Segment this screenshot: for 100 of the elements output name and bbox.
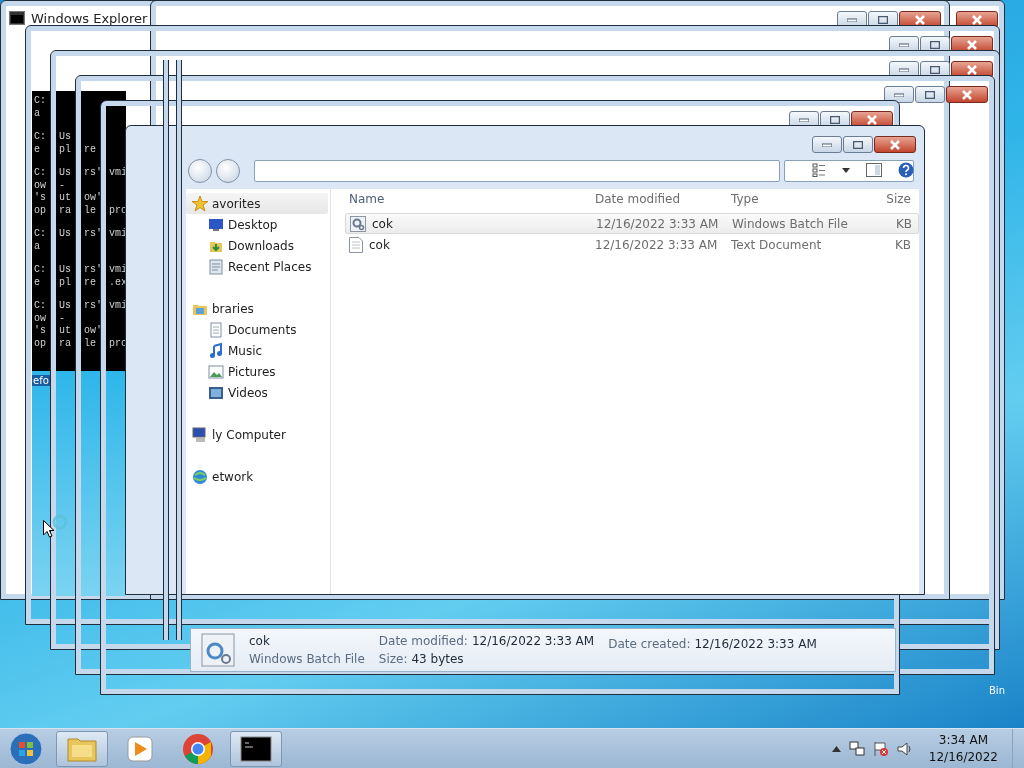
minimize-icon xyxy=(894,92,904,97)
size-cell-text: KB xyxy=(893,236,911,254)
network-icon[interactable] xyxy=(848,740,865,757)
console-text: op xyxy=(34,337,47,350)
close-icon xyxy=(966,39,978,50)
column-header[interactable]: Name xyxy=(345,190,595,208)
console-icon xyxy=(9,11,25,25)
maximize-icon xyxy=(853,140,863,149)
star-icon xyxy=(192,195,208,212)
column-header[interactable]: Date modified xyxy=(595,190,731,208)
date-cell-text: 12/16/2022 3:33 AM xyxy=(596,215,720,233)
column-header[interactable]: Size xyxy=(851,190,911,208)
chrome-icon xyxy=(182,732,214,765)
close-icon xyxy=(914,14,926,25)
gear-file-icon xyxy=(350,215,366,232)
console-text: C: xyxy=(34,264,47,277)
console-text: vmi xyxy=(109,167,126,180)
column-header[interactable]: Type xyxy=(731,190,851,208)
console-text: ut xyxy=(59,325,72,338)
clock[interactable]: 3:34 AM 12/16/2022 xyxy=(920,731,1012,766)
forward-button[interactable] xyxy=(216,159,240,183)
chevron-up-icon[interactable] xyxy=(831,745,841,752)
maximize-icon xyxy=(930,65,940,74)
windows-logo-icon xyxy=(9,731,43,766)
globe-icon xyxy=(192,468,208,485)
address-bar[interactable] xyxy=(254,160,780,182)
monitor-icon xyxy=(208,216,224,233)
maximize-button[interactable] xyxy=(843,136,873,153)
picture-icon xyxy=(208,363,224,380)
nav-item[interactable]: braries xyxy=(186,298,330,319)
console-text: Us xyxy=(59,228,72,241)
console-text: rs' xyxy=(84,228,103,241)
console-text: re xyxy=(84,276,97,289)
field-value: 43 bytes xyxy=(411,651,464,668)
console-text: ow' xyxy=(84,192,103,205)
nav-item[interactable]: Pictures xyxy=(186,361,330,382)
console-text: e xyxy=(34,143,41,156)
minimize-icon xyxy=(899,42,909,47)
console-text: C: xyxy=(34,131,47,144)
speaker-icon[interactable] xyxy=(896,740,913,757)
document-icon xyxy=(208,321,224,338)
console-text: ow' xyxy=(84,325,103,338)
close-button[interactable] xyxy=(946,86,988,103)
file-type: Windows Batch File xyxy=(249,651,365,668)
nav-item[interactable]: Downloads xyxy=(186,235,330,256)
close-icon xyxy=(971,14,983,25)
document-icon xyxy=(208,258,224,275)
window-title: Windows Explorer xyxy=(31,10,148,28)
nav-item[interactable]: Videos xyxy=(186,382,330,403)
console-text: C: xyxy=(34,300,47,313)
console-text: vmi xyxy=(109,264,126,277)
console-text: vmi xyxy=(109,228,126,241)
console-text: op xyxy=(34,204,47,217)
taskbar-button[interactable] xyxy=(230,730,282,767)
console-text: e xyxy=(34,276,41,289)
desktop-icon-label: efo xyxy=(32,375,50,386)
console-text: Us xyxy=(59,264,72,277)
console-text: ow xyxy=(34,312,47,325)
console-text: pl xyxy=(59,276,72,289)
computer-icon xyxy=(192,426,208,443)
file-row[interactable]: cok 12/16/2022 3:33 AM Windows Batch File KB xyxy=(345,213,919,234)
close-icon xyxy=(966,64,978,75)
nav-item[interactable]: ly Computer xyxy=(186,424,330,445)
close-button[interactable] xyxy=(874,136,916,153)
minimize-button[interactable] xyxy=(884,86,914,103)
console-text: a xyxy=(34,107,41,120)
console-text: ra xyxy=(59,204,72,217)
console-text: C: xyxy=(34,228,47,241)
back-button[interactable] xyxy=(188,159,212,183)
console-text: - xyxy=(59,179,66,192)
video-icon xyxy=(208,384,224,401)
help-icon[interactable] xyxy=(898,162,914,178)
type-cell-text: Windows Batch File xyxy=(732,215,849,233)
console-text: rs' xyxy=(84,300,103,313)
view-options-icon[interactable] xyxy=(812,163,826,177)
console-text: - xyxy=(59,312,66,325)
nav-item[interactable]: Music xyxy=(186,340,330,361)
console-text: 's xyxy=(34,192,47,205)
field-label: Date created: xyxy=(608,636,691,653)
nav-item[interactable]: avorites xyxy=(186,193,328,214)
close-icon xyxy=(961,89,973,100)
busy-icon xyxy=(52,514,68,530)
console-text: le xyxy=(84,337,97,350)
maximize-icon xyxy=(878,15,888,24)
nav-item[interactable]: etwork xyxy=(186,466,330,487)
file-row[interactable]: cok 12/16/2022 3:33 AM Text Document KB xyxy=(345,234,919,255)
console-text: rs' xyxy=(84,264,103,277)
dropdown-icon[interactable] xyxy=(842,167,850,173)
preview-pane-icon[interactable] xyxy=(866,163,882,177)
console-text: ow xyxy=(34,179,47,192)
size-cell-text: KB xyxy=(894,215,912,233)
text-file-icon xyxy=(349,236,363,253)
maximize-button[interactable] xyxy=(915,86,945,103)
nav-item[interactable]: Documents xyxy=(186,319,330,340)
nav-item[interactable]: Desktop xyxy=(186,214,330,235)
console-text: ra xyxy=(59,337,72,350)
console-text: Us xyxy=(59,300,72,313)
flag-icon[interactable] xyxy=(872,740,889,757)
minimize-icon xyxy=(899,67,909,72)
nav-item[interactable]: Recent Places xyxy=(186,256,330,277)
